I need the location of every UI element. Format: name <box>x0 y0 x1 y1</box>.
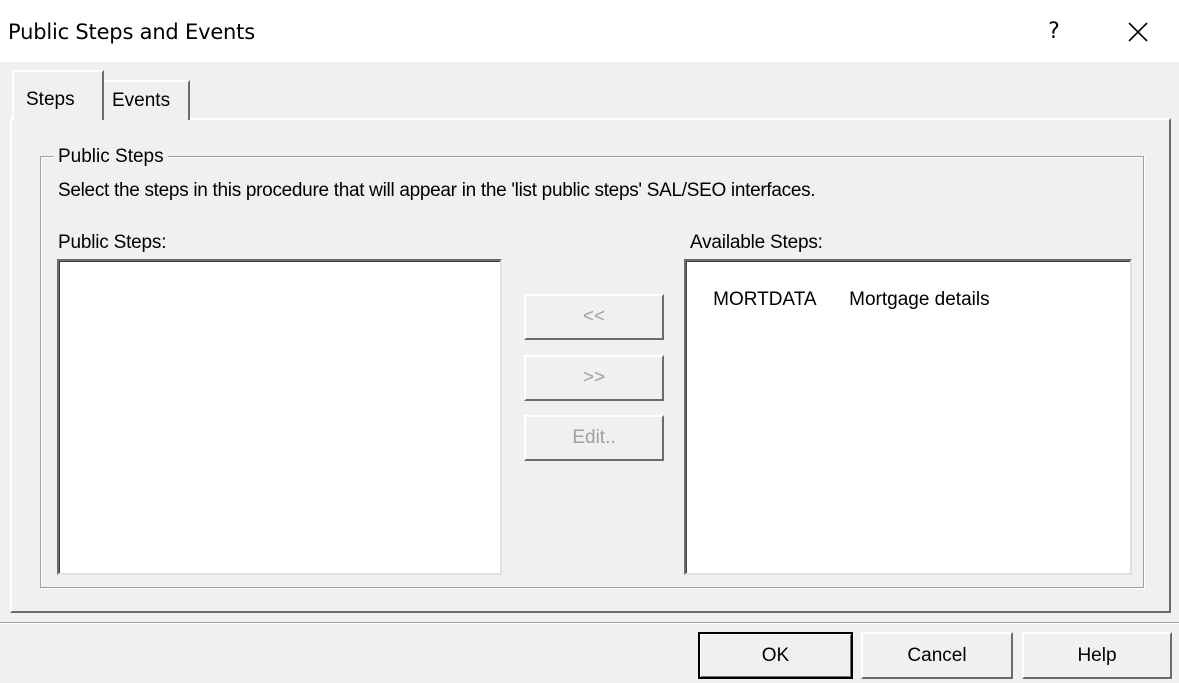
tab-events-label: Events <box>112 90 171 111</box>
tab-steps-label: Steps <box>26 89 75 110</box>
tab-panel-steps <box>10 118 1171 613</box>
title-bar: Public Steps and Events ? <box>0 0 1179 62</box>
cancel-button[interactable]: Cancel <box>861 632 1013 679</box>
groupbox-legend: Public Steps <box>54 146 168 168</box>
tab-steps[interactable]: Steps <box>12 70 104 120</box>
help-icon[interactable]: ? <box>1036 14 1072 50</box>
window-title: Public Steps and Events <box>8 20 255 44</box>
tab-events[interactable]: Events <box>102 80 190 120</box>
close-icon-graphic <box>1128 22 1148 42</box>
ok-button[interactable]: OK <box>698 632 853 679</box>
close-icon[interactable] <box>1120 14 1156 50</box>
bottom-divider <box>0 622 1179 624</box>
help-button[interactable]: Help <box>1022 632 1172 679</box>
